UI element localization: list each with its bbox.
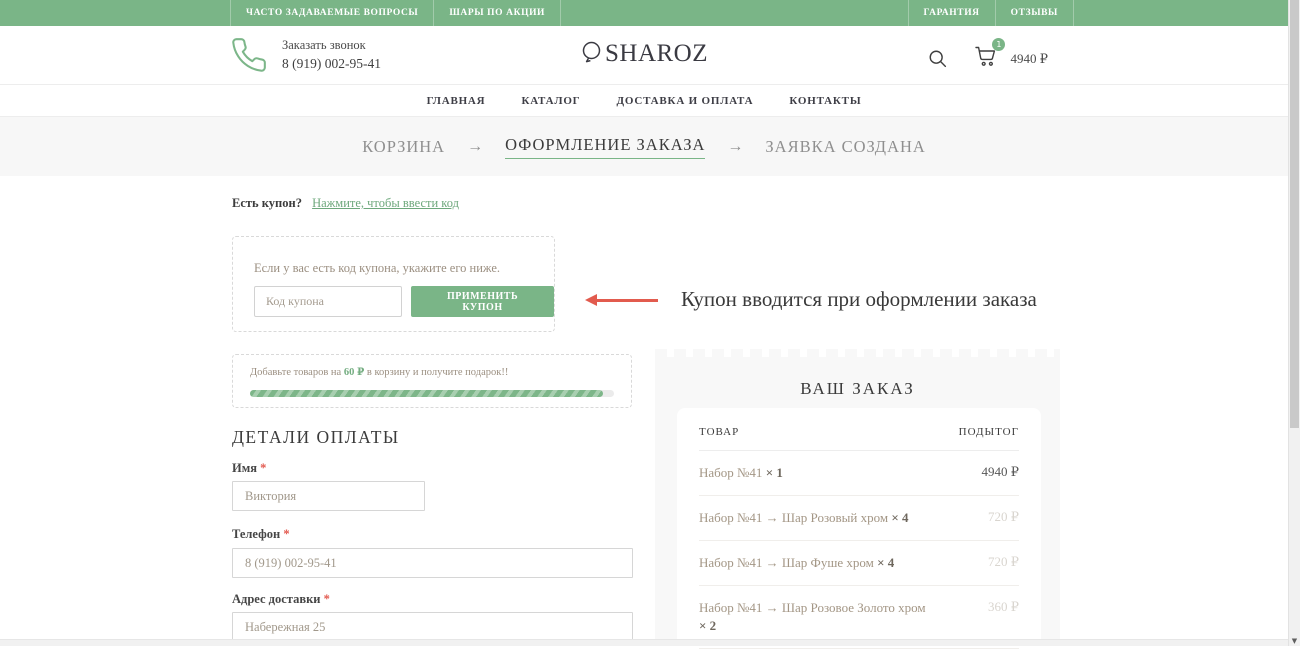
billing-title: ДЕТАЛИ ОПЛАТЫ bbox=[232, 427, 400, 448]
topbar: ЧАСТО ЗАДАВАЕМЫЕ ВОПРОСЫ ШАРЫ ПО АКЦИИ Г… bbox=[0, 0, 1288, 26]
order-item-name: Набор №41 → Шар Фуше хром × 4 bbox=[699, 554, 927, 573]
coupon-hint: Если у вас есть код купона, укажите его … bbox=[254, 261, 500, 276]
header-phone-number: 8 (919) 002-95-41 bbox=[282, 56, 381, 72]
annotation-arrow-icon bbox=[596, 299, 658, 302]
header-actions: 1 4940 ₽ bbox=[927, 44, 1048, 73]
item-name-text: Набор №41 → Шар Фуше хром bbox=[699, 555, 874, 570]
coupon-question: Есть купон? bbox=[232, 196, 302, 210]
order-item-name: Набор №41 → Шар Розовое Золото хром × 2 bbox=[699, 599, 927, 637]
apply-coupon-button[interactable]: ПРИМЕНИТЬ КУПОН bbox=[411, 286, 554, 317]
order-row: Набор №41 → Шар Фуше хром × 4 720 ₽ bbox=[699, 541, 1019, 586]
column-product: ТОВАР bbox=[699, 426, 739, 438]
address-field[interactable] bbox=[232, 612, 633, 642]
order-table-header: ТОВАР ПОДЫТОГ bbox=[699, 408, 1019, 451]
required-mark: * bbox=[283, 527, 289, 541]
order-item-name: Набор №41 → Шар Розовый хром × 4 bbox=[699, 509, 927, 528]
gift-text-prefix: Добавьте товаров на bbox=[250, 367, 344, 378]
topbar-link-reviews[interactable]: ОТЗЫВЫ bbox=[995, 0, 1074, 26]
address-field-label: Адрес доставки * bbox=[232, 592, 330, 607]
call-text: Заказать звонок 8 (919) 002-95-41 bbox=[282, 38, 381, 72]
logo-text: SHAROZ bbox=[605, 40, 708, 68]
checkout-steps: КОРЗИНА → ОФОРМЛЕНИЕ ЗАКАЗА → ЗАЯВКА СОЗ… bbox=[0, 117, 1288, 176]
main-nav: ГЛАВНАЯ КАТАЛОГ ДОСТАВКА И ОПЛАТА КОНТАК… bbox=[0, 84, 1288, 117]
nav-item-delivery[interactable]: ДОСТАВКА И ОПЛАТА bbox=[616, 95, 753, 107]
call-request-block[interactable]: Заказать звонок 8 (919) 002-95-41 bbox=[230, 36, 381, 74]
call-label: Заказать звонок bbox=[282, 38, 381, 53]
label-text: Адрес доставки bbox=[232, 592, 321, 606]
order-row: Набор №41 × 1 4940 ₽ bbox=[699, 451, 1019, 496]
required-mark: * bbox=[260, 461, 266, 475]
phone-icon bbox=[230, 36, 268, 74]
phone-field-label: Телефон * bbox=[232, 527, 290, 542]
gift-text-suffix: в корзину и получите подарок!! bbox=[364, 367, 508, 378]
coupon-form: Если у вас есть код купона, укажите его … bbox=[232, 236, 555, 332]
step-arrow-icon: → bbox=[467, 138, 483, 156]
order-card: ТОВАР ПОДЫТОГ Набор №41 × 1 4940 ₽ Набор… bbox=[677, 408, 1041, 646]
coupon-toggle-row: Есть купон? Нажмите, чтобы ввести код bbox=[232, 196, 459, 211]
gift-amount: 60 ₽ bbox=[344, 367, 364, 378]
item-qty: × 1 bbox=[766, 465, 783, 480]
coupon-code-input[interactable] bbox=[254, 286, 402, 317]
nav-item-home[interactable]: ГЛАВНАЯ bbox=[427, 95, 486, 107]
cart-button[interactable]: 1 bbox=[974, 44, 998, 73]
name-field[interactable] bbox=[232, 481, 425, 511]
order-title: ВАШ ЗАКАЗ bbox=[655, 357, 1060, 399]
item-name-text: Набор №41 bbox=[699, 465, 762, 480]
coupon-toggle-link[interactable]: Нажмите, чтобы ввести код bbox=[312, 196, 459, 210]
gift-progress-box: Добавьте товаров на 60 ₽ в корзину и пол… bbox=[232, 354, 632, 408]
topbar-left-links: ЧАСТО ЗАДАВАЕМЫЕ ВОПРОСЫ ШАРЫ ПО АКЦИИ bbox=[230, 0, 561, 26]
item-name-text: Набор №41 → Шар Розовое Золото хром bbox=[699, 600, 926, 615]
gift-progress-text: Добавьте товаров на 60 ₽ в корзину и пол… bbox=[250, 366, 508, 378]
topbar-link-sale-balloons[interactable]: ШАРЫ ПО АКЦИИ bbox=[433, 0, 561, 26]
header: Заказать звонок 8 (919) 002-95-41 SHAROZ bbox=[0, 26, 1288, 84]
topbar-link-faq[interactable]: ЧАСТО ЗАДАВАЕМЫЕ ВОПРОСЫ bbox=[230, 0, 433, 26]
order-item-name: Набор №41 × 1 bbox=[699, 464, 927, 483]
nav-item-catalog[interactable]: КАТАЛОГ bbox=[521, 95, 580, 107]
name-field-label: Имя * bbox=[232, 461, 266, 476]
step-arrow-icon: → bbox=[727, 138, 743, 156]
cart-count-badge: 1 bbox=[992, 38, 1005, 51]
horizontal-scrollbar[interactable] bbox=[0, 639, 1288, 646]
step-checkout-active[interactable]: ОФОРМЛЕНИЕ ЗАКАЗА bbox=[505, 135, 705, 159]
item-price: 4940 ₽ bbox=[981, 464, 1019, 483]
item-price: 720 ₽ bbox=[988, 509, 1019, 528]
vertical-scrollbar[interactable]: ▼ bbox=[1288, 0, 1300, 646]
balloon-icon bbox=[580, 40, 604, 68]
order-summary-panel: ВАШ ЗАКАЗ ТОВАР ПОДЫТОГ Набор №41 × 1 49… bbox=[655, 357, 1060, 646]
item-price: 360 ₽ bbox=[988, 599, 1019, 637]
step-order-created: ЗАЯВКА СОЗДАНА bbox=[765, 137, 925, 157]
item-qty: × 4 bbox=[891, 510, 908, 525]
phone-field[interactable] bbox=[232, 548, 633, 578]
label-text: Телефон bbox=[232, 527, 280, 541]
label-text: Имя bbox=[232, 461, 257, 475]
topbar-link-warranty[interactable]: ГАРАНТИЯ bbox=[908, 0, 995, 26]
annotation-text: Купон вводится при оформлении заказа bbox=[681, 287, 1037, 312]
scroll-down-arrow-icon[interactable]: ▼ bbox=[1289, 637, 1300, 645]
topbar-right-links: ГАРАНТИЯ ОТЗЫВЫ bbox=[908, 0, 1074, 26]
cart-total[interactable]: 4940 ₽ bbox=[1010, 51, 1048, 67]
gift-progress-track bbox=[250, 390, 614, 397]
item-qty: × 2 bbox=[699, 618, 716, 633]
required-mark: * bbox=[324, 592, 330, 606]
item-name-text: Набор №41 → Шар Розовый хром bbox=[699, 510, 888, 525]
vertical-scrollbar-thumb[interactable] bbox=[1290, 0, 1299, 428]
nav-item-contacts[interactable]: КОНТАКТЫ bbox=[789, 95, 861, 107]
order-row: Набор №41 → Шар Розовый хром × 4 720 ₽ bbox=[699, 496, 1019, 541]
step-cart[interactable]: КОРЗИНА bbox=[362, 137, 445, 157]
search-icon[interactable] bbox=[927, 48, 948, 69]
column-subtotal: ПОДЫТОГ bbox=[959, 426, 1019, 438]
gift-progress-fill bbox=[250, 390, 603, 397]
item-qty: × 4 bbox=[877, 555, 894, 570]
item-price: 720 ₽ bbox=[988, 554, 1019, 573]
logo[interactable]: SHAROZ bbox=[580, 40, 708, 68]
